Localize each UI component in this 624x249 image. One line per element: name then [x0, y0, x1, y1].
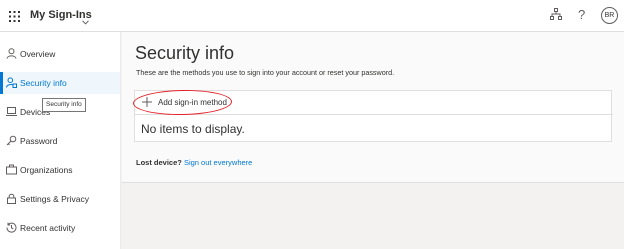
avatar[interactable]: BR [601, 7, 618, 24]
lost-device-row: Lost device? Sign out everywhere [136, 158, 252, 167]
lost-device-label: Lost device? [136, 158, 182, 167]
app-launcher-icon[interactable] [9, 11, 20, 22]
organization-icon[interactable] [550, 8, 562, 26]
history-icon [6, 222, 17, 233]
sidebar-item-overview[interactable]: Overview [0, 43, 120, 65]
sidebar-item-organizations[interactable]: Organizations [0, 159, 120, 181]
chevron-down-icon[interactable] [82, 12, 89, 30]
top-bar: My Sign-Ins ? BR [0, 0, 624, 32]
page-title: Security info [135, 43, 235, 63]
sidebar-item-label: Recent activity [20, 223, 76, 233]
sidebar-item-label: Password [20, 136, 58, 146]
person-icon [6, 48, 17, 59]
briefcase-icon [6, 164, 17, 175]
empty-state-message: No items to display. [141, 122, 245, 136]
sidebar-item-settings-privacy[interactable]: Settings & Privacy [0, 188, 120, 210]
tooltip: Security info [42, 98, 86, 112]
sidebar-item-recent-activity[interactable]: Recent activity [0, 217, 120, 239]
lock-icon [6, 193, 17, 204]
sidebar-item-label: Overview [20, 49, 56, 59]
sidebar-item-label: Security info [20, 78, 67, 88]
sidebar-item-password[interactable]: Password [0, 130, 120, 152]
sidebar-item-label: Settings & Privacy [20, 194, 89, 204]
sidebar: Overview Security info Devices Password … [0, 32, 121, 249]
page-description: These are the methods you use to sign in… [136, 68, 395, 77]
help-icon[interactable]: ? [578, 7, 585, 22]
sidebar-item-label: Organizations [20, 165, 73, 175]
laptop-icon [6, 106, 17, 117]
sidebar-item-security-info[interactable]: Security info [0, 72, 120, 94]
security-info-icon [6, 77, 17, 88]
key-icon [6, 135, 17, 146]
sign-out-everywhere-link[interactable]: Sign out everywhere [184, 158, 252, 167]
